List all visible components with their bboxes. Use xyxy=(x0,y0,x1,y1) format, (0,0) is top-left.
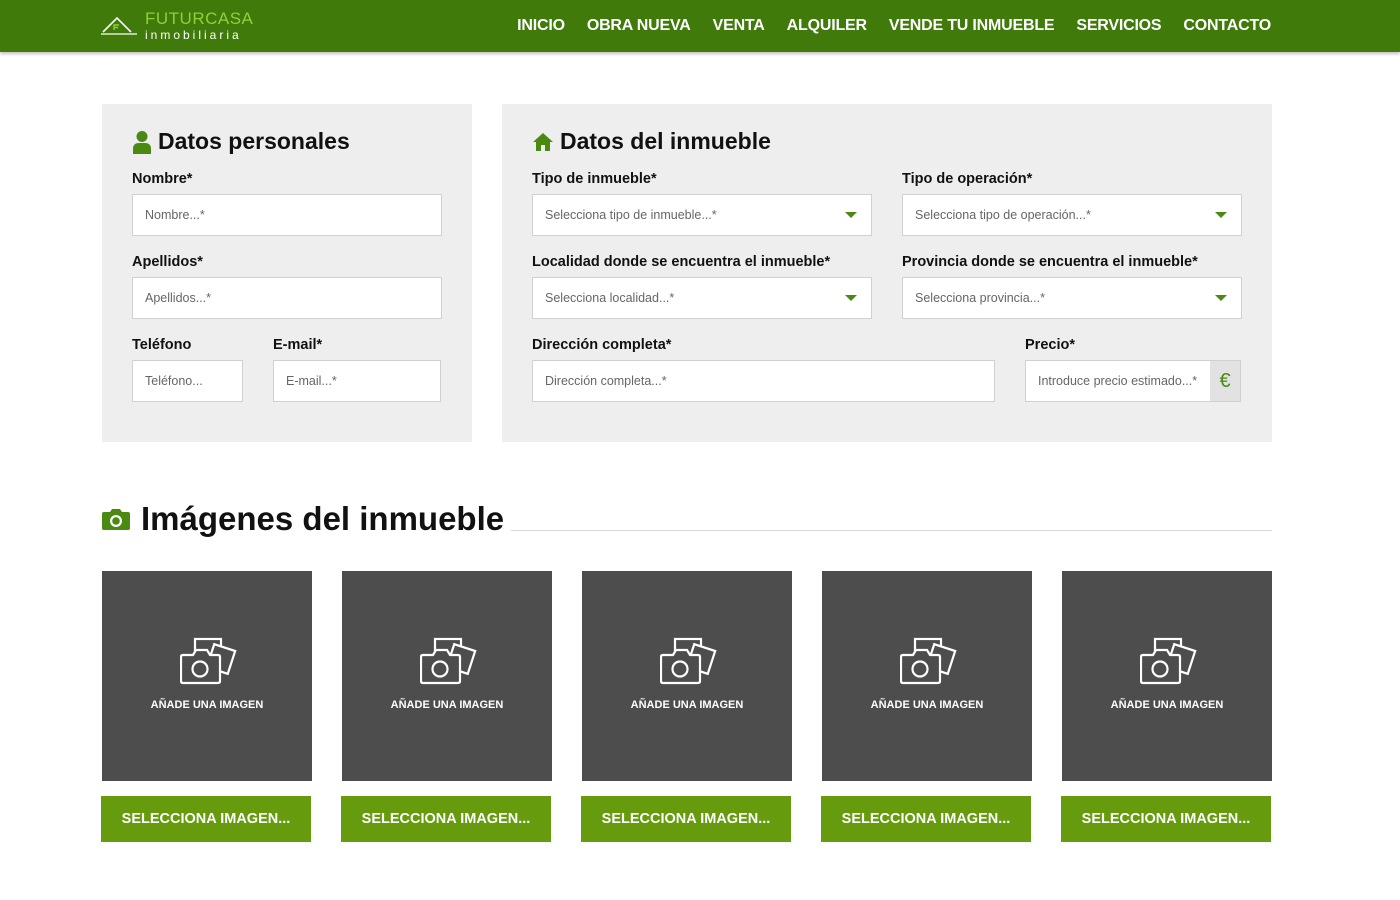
apellidos-label: Apellidos* xyxy=(132,254,203,270)
tile-label: AÑADE UNA IMAGEN xyxy=(870,699,984,711)
telefono-field-box xyxy=(132,360,243,402)
provincia-select[interactable]: Selecciona provincia...* xyxy=(902,277,1242,319)
localidad-value: Selecciona localidad...* xyxy=(545,291,675,305)
images-heading: Imágenes del inmueble xyxy=(101,500,504,538)
main-nav: INICIO OBRA NUEVA VENTA ALQUILER VENDE T… xyxy=(517,0,1271,52)
property-data-title: Datos del inmueble xyxy=(560,128,771,154)
telefono-label: Teléfono xyxy=(132,337,192,353)
direccion-field-box xyxy=(532,360,995,402)
select-image-button-3[interactable]: SELECCIONA IMAGEN... xyxy=(581,796,791,842)
nav-inicio[interactable]: INICIO xyxy=(517,17,565,35)
nav-venta[interactable]: VENTA xyxy=(713,17,765,35)
chevron-down-icon xyxy=(845,212,857,218)
tipo-operacion-label: Tipo de operación* xyxy=(902,171,1033,187)
tipo-inmueble-label: Tipo de inmueble* xyxy=(532,171,657,187)
select-image-button-2[interactable]: SELECCIONA IMAGEN... xyxy=(341,796,551,842)
logo-subtitle: inmobiliaria xyxy=(145,28,242,42)
apellidos-field-box xyxy=(132,277,442,319)
image-tile-4[interactable]: AÑADE UNA IMAGEN xyxy=(822,571,1032,781)
provincia-label: Provincia donde se encuentra el inmueble… xyxy=(902,254,1198,270)
property-data-panel: Datos del inmueble Tipo de inmueble* Sel… xyxy=(502,104,1272,442)
home-icon xyxy=(533,132,553,151)
personal-data-title: Datos personales xyxy=(158,128,350,154)
tipo-inmueble-value: Selecciona tipo de inmueble...* xyxy=(545,208,717,222)
precio-label: Precio* xyxy=(1025,337,1075,353)
provincia-value: Selecciona provincia...* xyxy=(915,291,1045,305)
select-image-button-1[interactable]: SELECCIONA IMAGEN... xyxy=(101,796,311,842)
nav-servicios[interactable]: SERVICIOS xyxy=(1076,17,1161,35)
nav-obra-nueva[interactable]: OBRA NUEVA xyxy=(587,17,691,35)
precio-field-box: € xyxy=(1025,360,1241,402)
email-field-box xyxy=(273,360,441,402)
chevron-down-icon xyxy=(1215,212,1227,218)
nombre-input[interactable] xyxy=(145,208,429,222)
images-title: Imágenes del inmueble xyxy=(141,500,505,537)
apellidos-input[interactable] xyxy=(145,291,429,305)
tile-label: AÑADE UNA IMAGEN xyxy=(630,699,744,711)
chevron-down-icon xyxy=(1215,295,1227,301)
image-tile-5[interactable]: AÑADE UNA IMAGEN xyxy=(1062,571,1272,781)
tipo-operacion-select[interactable]: Selecciona tipo de operación...* xyxy=(902,194,1242,236)
nav-alquiler[interactable]: ALQUILER xyxy=(787,17,867,35)
localidad-label: Localidad donde se encuentra el inmueble… xyxy=(532,254,831,270)
photos-icon xyxy=(420,637,477,685)
logo-name: FUTURCASA xyxy=(145,9,254,28)
select-image-button-5[interactable]: SELECCIONA IMAGEN... xyxy=(1061,796,1271,842)
email-input[interactable] xyxy=(286,374,428,388)
heading-divider xyxy=(511,530,1272,531)
direccion-input[interactable] xyxy=(545,374,982,388)
telefono-input[interactable] xyxy=(145,374,230,388)
photos-icon xyxy=(660,637,717,685)
camera-icon xyxy=(102,509,130,530)
nombre-label: Nombre* xyxy=(132,171,193,187)
tipo-operacion-value: Selecciona tipo de operación...* xyxy=(915,208,1091,222)
image-tile-2[interactable]: AÑADE UNA IMAGEN xyxy=(342,571,552,781)
nav-vende-tu-inmueble[interactable]: VENDE TU INMUEBLE xyxy=(889,17,1055,35)
chevron-down-icon xyxy=(845,295,857,301)
photos-icon xyxy=(1140,637,1197,685)
logo-house-icon xyxy=(101,8,137,38)
image-tile-3[interactable]: AÑADE UNA IMAGEN xyxy=(582,571,792,781)
localidad-select[interactable]: Selecciona localidad...* xyxy=(532,277,872,319)
logo[interactable]: FUTURCASA inmobiliaria xyxy=(101,8,253,44)
precio-input[interactable] xyxy=(1038,374,1206,388)
personal-data-panel: Datos personales Nombre* Apellidos* Telé… xyxy=(102,104,472,442)
tile-label: AÑADE UNA IMAGEN xyxy=(390,699,504,711)
tipo-inmueble-select[interactable]: Selecciona tipo de inmueble...* xyxy=(532,194,872,236)
tile-label: AÑADE UNA IMAGEN xyxy=(150,699,264,711)
user-icon xyxy=(133,130,151,154)
site-header: FUTURCASA inmobiliaria INICIO OBRA NUEVA… xyxy=(0,0,1400,52)
tile-label: AÑADE UNA IMAGEN xyxy=(1110,699,1224,711)
select-image-button-4[interactable]: SELECCIONA IMAGEN... xyxy=(821,796,1031,842)
euro-icon: € xyxy=(1210,361,1240,401)
nav-contacto[interactable]: CONTACTO xyxy=(1183,17,1271,35)
email-label: E-mail* xyxy=(273,337,323,353)
photos-icon xyxy=(900,637,957,685)
photos-icon xyxy=(180,637,237,685)
nombre-field-box xyxy=(132,194,442,236)
direccion-label: Dirección completa* xyxy=(532,337,672,353)
image-tile-1[interactable]: AÑADE UNA IMAGEN xyxy=(102,571,312,781)
